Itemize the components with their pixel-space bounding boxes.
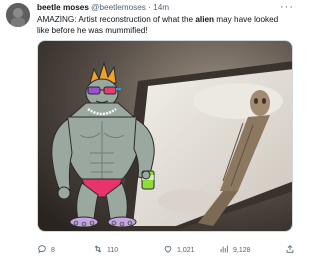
views-button[interactable]: 9,128 [219, 244, 251, 256]
reply-count: 8 [51, 246, 55, 254]
views-count: 9,128 [233, 246, 251, 254]
mummy-meme-image [38, 41, 292, 231]
more-options-icon[interactable]: ··· [280, 1, 294, 13]
avatar[interactable] [6, 3, 30, 27]
reply-icon [37, 244, 47, 256]
retweet-count: 110 [107, 246, 119, 254]
retweet-button[interactable]: 110 [93, 244, 118, 256]
like-count: 1,021 [177, 246, 195, 254]
reply-button[interactable]: 8 [37, 244, 55, 256]
heart-icon [163, 244, 173, 256]
views-icon [219, 244, 229, 256]
separator: · [148, 3, 151, 12]
tweet-text: AMAZING: Artist reconstruction of what t… [37, 15, 292, 36]
display-name[interactable]: beetle moses [37, 3, 89, 12]
tweet-text-bold: alien [195, 15, 215, 24]
share-icon [285, 244, 295, 256]
tweet-card[interactable]: beetle moses @beetlemoses · 14m ··· AMAZ… [0, 0, 300, 260]
avatar-image [6, 3, 30, 27]
retweet-icon [93, 244, 103, 256]
tweet-actions-bar: 8 110 1,021 9,128 [37, 244, 295, 256]
share-button[interactable] [285, 244, 295, 256]
like-button[interactable]: 1,021 [163, 244, 195, 256]
user-handle[interactable]: @beetlemoses [91, 3, 146, 12]
tweet-media-image[interactable] [37, 40, 293, 232]
timestamp[interactable]: 14m [153, 3, 169, 12]
tweet-header: beetle moses @beetlemoses · 14m [37, 3, 169, 12]
tweet-text-start: AMAZING: Artist reconstruction of what t… [37, 15, 196, 24]
